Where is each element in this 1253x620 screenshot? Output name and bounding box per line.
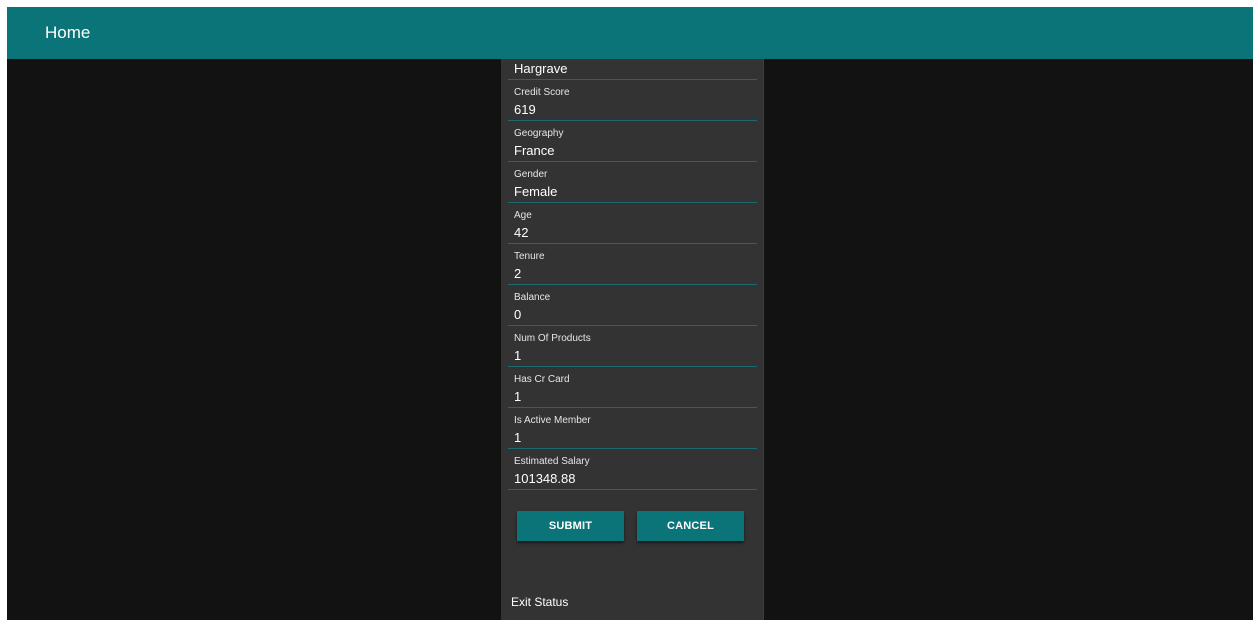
gender-input[interactable] bbox=[514, 183, 750, 201]
estimated-salary-input[interactable] bbox=[514, 470, 750, 488]
submit-button[interactable]: SUBMIT bbox=[517, 511, 624, 541]
estimated-salary-label: Estimated Salary bbox=[514, 456, 590, 467]
credit-score-input[interactable] bbox=[514, 101, 750, 119]
tenure-label: Tenure bbox=[514, 251, 545, 262]
num-of-products-field: Num Of Products bbox=[508, 326, 757, 367]
credit-score-field: Credit Score bbox=[508, 80, 757, 121]
field-list: Credit Score Geography Gender Age Tenure… bbox=[508, 59, 757, 490]
credit-score-label: Credit Score bbox=[514, 87, 570, 98]
geography-field: Geography bbox=[508, 121, 757, 162]
gender-label: Gender bbox=[514, 169, 548, 180]
age-input[interactable] bbox=[514, 224, 750, 242]
tenure-input[interactable] bbox=[514, 265, 750, 283]
geography-label: Geography bbox=[514, 128, 564, 139]
has-cr-card-field: Has Cr Card bbox=[508, 367, 757, 408]
surname-field bbox=[508, 59, 757, 80]
estimated-salary-field: Estimated Salary bbox=[508, 449, 757, 490]
balance-label: Balance bbox=[514, 292, 551, 303]
age-label: Age bbox=[514, 210, 532, 221]
geography-input[interactable] bbox=[514, 142, 750, 160]
home-link[interactable]: Home bbox=[45, 23, 90, 43]
exit-status-label: Exit Status bbox=[511, 595, 569, 609]
has-cr-card-label: Has Cr Card bbox=[514, 374, 570, 385]
is-active-member-input[interactable] bbox=[514, 429, 750, 447]
tenure-field: Tenure bbox=[508, 244, 757, 285]
form-actions: SUBMIT CANCEL bbox=[517, 511, 747, 541]
has-cr-card-input[interactable] bbox=[514, 388, 750, 406]
customer-form-panel: Credit Score Geography Gender Age Tenure… bbox=[501, 59, 764, 620]
num-of-products-input[interactable] bbox=[514, 347, 750, 365]
num-of-products-label: Num Of Products bbox=[514, 333, 591, 344]
is-active-member-field: Is Active Member bbox=[508, 408, 757, 449]
app-window: Home Credit Score Geography Gender Age bbox=[7, 7, 1253, 620]
app-header: Home bbox=[7, 7, 1253, 59]
gender-field: Gender bbox=[508, 162, 757, 203]
surname-input[interactable] bbox=[514, 60, 750, 78]
cancel-button[interactable]: CANCEL bbox=[637, 511, 744, 541]
age-field: Age bbox=[508, 203, 757, 244]
is-active-member-label: Is Active Member bbox=[514, 415, 591, 426]
balance-input[interactable] bbox=[514, 306, 750, 324]
balance-field: Balance bbox=[508, 285, 757, 326]
